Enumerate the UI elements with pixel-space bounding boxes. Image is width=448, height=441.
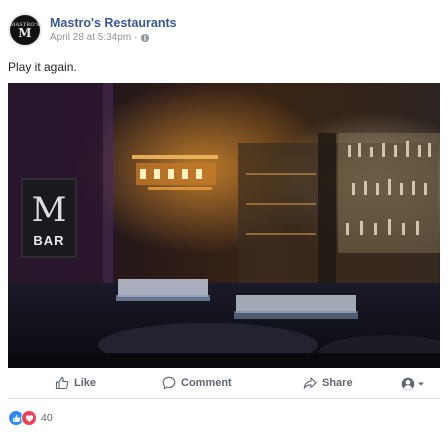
- page-avatar[interactable]: MASTRO'S M: [8, 13, 42, 47]
- love-icon: [21, 410, 37, 426]
- action-bar: Like Comment Share: [0, 369, 448, 398]
- meta-separator: ·: [134, 32, 138, 43]
- chevron-down-icon: [418, 382, 424, 386]
- like-button[interactable]: Like: [55, 376, 96, 390]
- comment-icon: [162, 376, 176, 390]
- avatar-icon: [401, 377, 415, 391]
- divider: [8, 398, 440, 399]
- reactions-summary[interactable]: 40: [8, 410, 53, 426]
- share-button[interactable]: Share: [303, 376, 353, 390]
- avatar-monogram: M: [18, 25, 32, 40]
- post-meta: April 28 at 5:34pm ·: [50, 31, 177, 45]
- header-text: Mastro's Restaurants April 28 at 5:34pm …: [50, 15, 177, 45]
- like-label: Like: [74, 377, 97, 389]
- thumbs-up-icon: [55, 377, 69, 390]
- reaction-count[interactable]: 40: [41, 412, 53, 424]
- bar-photo: M BAR: [8, 83, 440, 368]
- post-photo[interactable]: M BAR: [8, 83, 440, 368]
- audience-selector[interactable]: [401, 377, 425, 391]
- page-name-link[interactable]: Mastro's Restaurants: [50, 15, 177, 31]
- share-label: Share: [322, 377, 353, 389]
- comment-label: Comment: [181, 377, 232, 389]
- sign-letter: M: [32, 190, 67, 230]
- post-text: Play it again.: [8, 60, 77, 74]
- share-icon: [303, 377, 317, 389]
- avatar-logo: MASTRO'S M: [10, 16, 40, 44]
- comment-button[interactable]: Comment: [162, 376, 232, 390]
- sign-word: BAR: [33, 233, 64, 248]
- globe-icon[interactable]: [140, 34, 149, 42]
- post-header: MASTRO'S M Mastro's Restaurants April 28…: [8, 10, 177, 50]
- post-timestamp[interactable]: April 28 at 5:34pm: [50, 31, 131, 45]
